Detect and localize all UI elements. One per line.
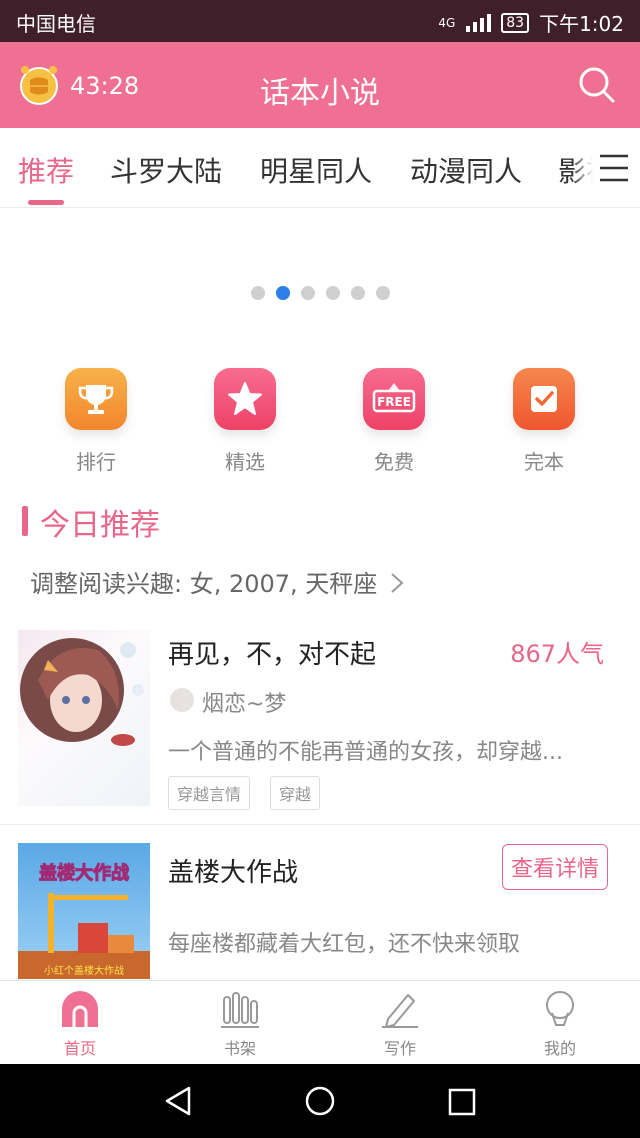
book-tag[interactable]: 穿越 bbox=[270, 776, 321, 810]
tab-recommend[interactable]: 推荐 bbox=[18, 150, 74, 190]
category-ranking[interactable]: 排行 bbox=[36, 368, 156, 475]
battery-indicator: 83 bbox=[501, 12, 530, 33]
app-title: 话本小说 bbox=[260, 76, 380, 111]
carousel-dot[interactable] bbox=[301, 286, 315, 300]
free-icon-text: FREE bbox=[377, 395, 411, 409]
book-author: 烟恋~梦 bbox=[202, 692, 287, 717]
category-completed[interactable]: 完本 bbox=[484, 368, 604, 475]
signal-icon bbox=[466, 13, 492, 32]
carrier-name: 中国电信 bbox=[16, 12, 96, 36]
menu-icon[interactable] bbox=[572, 150, 632, 190]
tab-douluo[interactable]: 斗罗大陆 bbox=[110, 150, 222, 190]
section-title: 今日推荐 bbox=[40, 508, 160, 543]
back-icon[interactable] bbox=[163, 1086, 193, 1116]
nav-home-label: 首页 bbox=[63, 1039, 96, 1058]
category-free[interactable]: FREE 免费 bbox=[334, 368, 454, 475]
book-cover bbox=[18, 630, 150, 806]
view-details-button[interactable]: 查看详情 bbox=[501, 844, 608, 890]
interest-setting[interactable]: 调整阅读兴趣: 女, 2007, 天秤座 bbox=[30, 564, 405, 599]
pen-icon bbox=[382, 994, 418, 1028]
status-indicators: 4G 83 下午1:02 bbox=[438, 8, 624, 37]
status-time: 下午1:02 bbox=[539, 12, 624, 36]
category-free-label: 免费 bbox=[374, 450, 414, 474]
divider bbox=[0, 824, 640, 825]
bottom-nav: 首页 书架 写作 我的 bbox=[0, 980, 640, 1064]
nav-write-label: 写作 bbox=[383, 1039, 416, 1058]
tab-star-fanfic[interactable]: 明星同人 bbox=[260, 150, 372, 190]
star-icon bbox=[214, 368, 276, 430]
carousel-dot-active[interactable] bbox=[276, 286, 290, 300]
section-marker bbox=[22, 506, 28, 536]
category-featured[interactable]: 精选 bbox=[185, 368, 305, 475]
profile-icon bbox=[546, 991, 574, 1026]
promo-cover-caption: 小红个盖楼大作战 bbox=[44, 964, 124, 977]
trophy-icon bbox=[65, 368, 127, 430]
recents-icon[interactable] bbox=[448, 1088, 476, 1116]
network-label: 4G bbox=[438, 15, 456, 30]
promo-cover: 盖楼大作战 小红个盖楼大作战 bbox=[18, 843, 150, 979]
promo-description: 每座楼都藏着大红包，还不快来领取 bbox=[168, 932, 521, 957]
chevron-right-icon bbox=[391, 573, 404, 593]
active-tab-indicator bbox=[28, 200, 64, 205]
carousel-dot[interactable] bbox=[351, 286, 365, 300]
book-tag[interactable]: 穿越言情 bbox=[168, 776, 251, 810]
carousel-dot[interactable] bbox=[326, 286, 340, 300]
promo-title: 盖楼大作战 bbox=[168, 858, 299, 888]
nav-profile[interactable]: 我的 bbox=[500, 989, 620, 1059]
check-note-icon bbox=[513, 368, 575, 430]
category-featured-label: 精选 bbox=[225, 450, 265, 474]
free-tag-icon: FREE bbox=[363, 368, 425, 430]
book-popularity: 867人气 bbox=[510, 640, 604, 668]
nav-bookshelf[interactable]: 书架 bbox=[180, 989, 300, 1059]
promo-cover-title: 盖楼大作战 bbox=[39, 862, 129, 884]
system-nav-bar bbox=[0, 1064, 640, 1138]
search-icon[interactable] bbox=[578, 66, 616, 108]
interest-text: 调整阅读兴趣: 女, 2007, 天秤座 bbox=[30, 570, 378, 598]
nav-write[interactable]: 写作 bbox=[340, 989, 460, 1059]
carousel-dot[interactable] bbox=[251, 286, 265, 300]
status-bar: 中国电信 4G 83 下午1:02 bbox=[0, 0, 640, 42]
author-avatar bbox=[170, 688, 194, 712]
nav-home[interactable]: 首页 bbox=[20, 989, 140, 1059]
nav-profile-label: 我的 bbox=[543, 1039, 576, 1058]
category-tabs: 推荐 斗罗大陆 明星同人 动漫同人 影视 bbox=[0, 128, 640, 208]
home-circle-icon[interactable] bbox=[305, 1086, 335, 1116]
book-description: 一个普通的不能再普通的女孩，却穿越... bbox=[168, 740, 563, 765]
nav-bookshelf-label: 书架 bbox=[223, 1039, 256, 1058]
home-icon bbox=[62, 991, 98, 1027]
app-header: 43:28 话本小说 bbox=[0, 42, 640, 128]
tab-anime-fanfic[interactable]: 动漫同人 bbox=[410, 150, 522, 190]
book-title: 再见，不，对不起 bbox=[168, 640, 377, 670]
category-completed-label: 完本 bbox=[524, 450, 564, 474]
carousel-dot[interactable] bbox=[376, 286, 390, 300]
category-ranking-label: 排行 bbox=[76, 450, 116, 474]
bookshelf-icon bbox=[221, 992, 259, 1028]
